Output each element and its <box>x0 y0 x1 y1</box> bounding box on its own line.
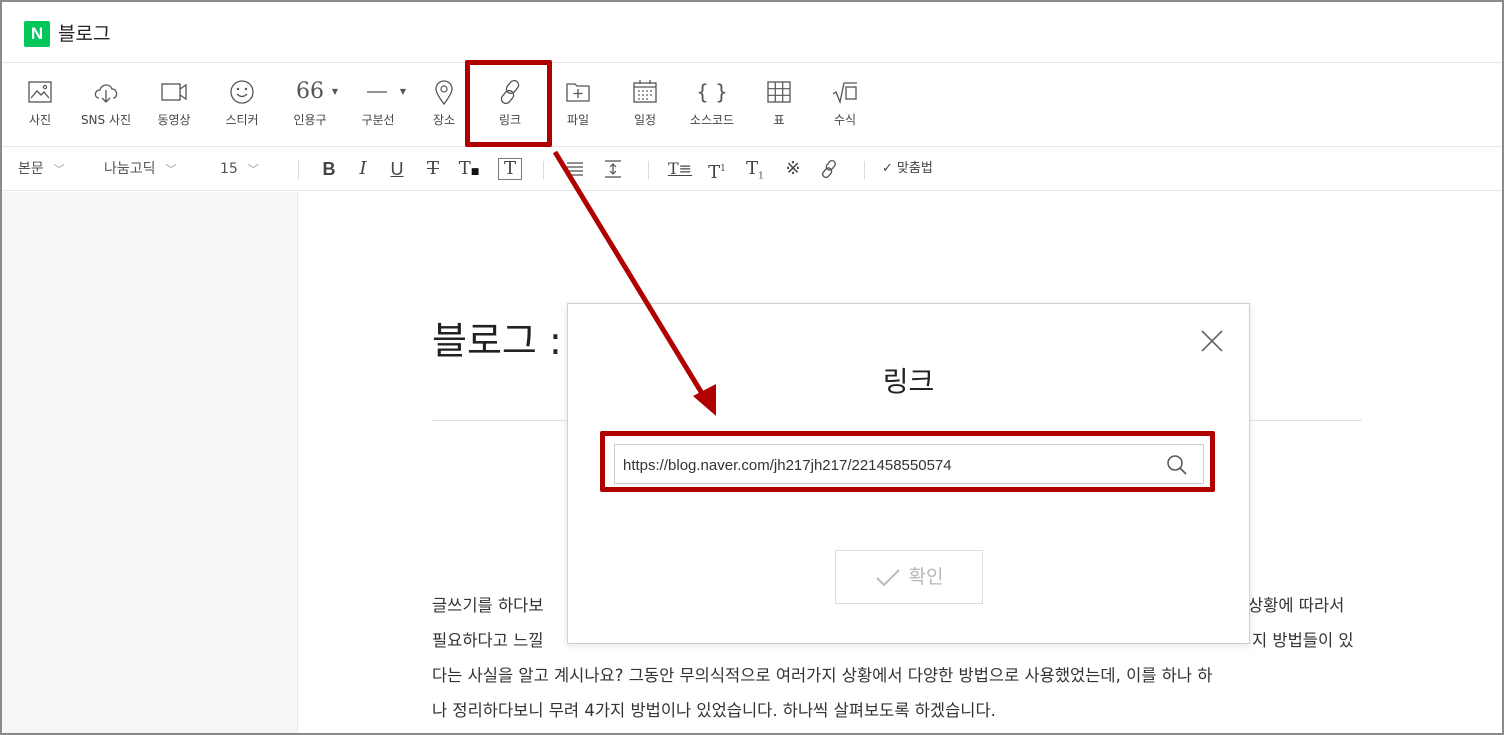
map-pin-icon <box>435 80 453 106</box>
link-tool-highlight <box>465 60 552 147</box>
toolbar-sns-photo-button[interactable]: SNS 사진 <box>76 77 136 133</box>
strikethrough-button[interactable]: T <box>422 156 444 182</box>
chevron-down-icon: ﹀ <box>247 163 259 176</box>
chevron-down-icon: ▼ <box>331 87 338 96</box>
close-button[interactable] <box>1197 326 1227 356</box>
toolbar-schedule-button[interactable]: 일정 <box>615 77 675 133</box>
video-icon <box>161 83 187 101</box>
smiley-icon <box>230 80 254 104</box>
table-icon <box>767 81 791 103</box>
code-braces-icon: { } <box>696 80 728 104</box>
check-icon: ✓ <box>882 161 893 176</box>
math-formula-icon <box>832 82 857 105</box>
toolbar-video-button[interactable]: 동영상 <box>144 77 204 133</box>
paragraph-style-select[interactable]: 본문 ﹀ <box>18 157 65 181</box>
font-size-select[interactable]: 15 ﹀ <box>220 157 259 181</box>
chevron-down-icon: ﹀ <box>53 163 65 176</box>
toolbar-file-button[interactable]: 파일 <box>548 77 608 133</box>
toolbar-quote-button[interactable]: 66 ▼ 인용구 <box>280 77 340 133</box>
underline-button[interactable]: U <box>386 156 408 182</box>
file-add-icon <box>566 83 590 102</box>
toolbar-table-button[interactable]: 표 <box>749 77 809 133</box>
separator <box>543 161 544 179</box>
line-height-button[interactable] <box>602 156 624 182</box>
blog-title[interactable]: 블로그 <box>58 21 110 47</box>
align-justify-icon <box>567 162 583 176</box>
cloud-download-icon <box>94 84 118 103</box>
align-button[interactable] <box>564 156 586 182</box>
superscript-button[interactable]: T1 <box>706 156 728 183</box>
toolbar-sticker-button[interactable]: 스티커 <box>212 77 272 133</box>
calendar-icon <box>633 80 657 103</box>
body-line-fragment: 지 방법들이 있 <box>1252 631 1354 650</box>
naver-logo[interactable]: N <box>24 21 50 47</box>
letter-spacing-button[interactable]: T≡ <box>668 156 692 182</box>
spellcheck-button[interactable]: ✓ 맞춤법 <box>882 157 933 181</box>
toolbar-formula-button[interactable]: 수식 <box>815 77 875 133</box>
separator <box>648 161 649 179</box>
format-toolbar: 본문 ﹀ 나눔고딕 ﹀ 15 ﹀ B I U T T■ T T≡ T1 T1 ※ ✓ 맞… <box>2 147 1502 191</box>
photo-icon <box>28 81 52 103</box>
body-line: 다는 사실을 알고 계시나요? 그동안 무의식적으로 여러가지 상황에서 다양한… <box>432 666 1213 685</box>
top-bar: N 블로그 <box>2 2 1502 63</box>
separator <box>298 161 299 179</box>
insert-toolbar: 사진 SNS 사진 동영상 스티커 66 ▼ 인용구 ▼ 구분선 장소 링크 파… <box>2 63 1502 147</box>
subscript-button[interactable]: T1 <box>744 156 766 182</box>
body-line: 나 정리하다보니 무려 4가지 방법이나 있었습니다. 하나씩 살펴보도록 하겠… <box>432 701 996 720</box>
toolbar-divider-button[interactable]: ▼ 구분선 <box>348 77 408 133</box>
separator <box>864 161 865 179</box>
divider-line-icon <box>367 91 387 93</box>
chevron-down-icon: ▼ <box>399 87 406 96</box>
bold-button[interactable]: B <box>318 156 340 182</box>
link-icon <box>822 159 836 179</box>
check-icon <box>875 568 900 586</box>
toolbar-source-code-button[interactable]: { } 소스코드 <box>682 77 742 133</box>
italic-button[interactable]: I <box>352 156 374 182</box>
special-character-button[interactable]: ※ <box>782 156 804 182</box>
line-height-icon <box>605 160 621 178</box>
confirm-button[interactable]: 확인 <box>835 550 983 604</box>
post-title[interactable]: 블로그 : <box>432 310 562 365</box>
font-color-button[interactable]: T■ <box>458 156 480 182</box>
chevron-down-icon: ﹀ <box>165 163 177 176</box>
toolbar-photo-button[interactable]: 사진 <box>10 77 70 133</box>
text-link-button[interactable] <box>818 156 840 182</box>
font-family-select[interactable]: 나눔고딕 ﹀ <box>104 157 177 181</box>
dialog-title: 링크 <box>882 365 935 398</box>
body-line-fragment: 상황에 따라서 <box>1248 596 1345 615</box>
background-color-button[interactable]: T <box>498 158 522 180</box>
url-field-highlight <box>600 431 1215 492</box>
close-icon <box>1201 330 1223 352</box>
